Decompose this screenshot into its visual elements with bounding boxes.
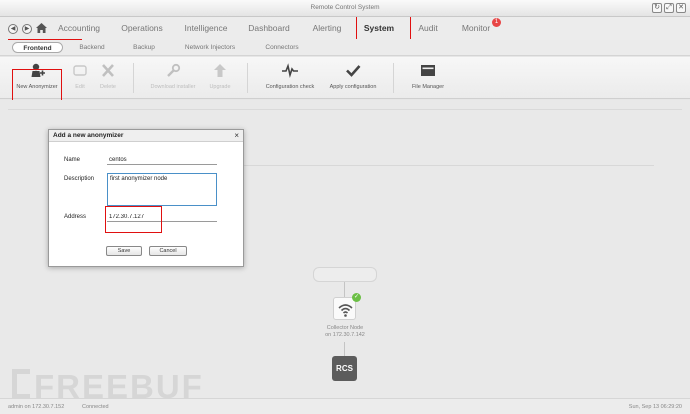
highlight-box: [12, 69, 62, 102]
watermark-logo: [12, 369, 30, 399]
tab-accounting[interactable]: Accounting: [54, 17, 104, 40]
wrench-icon: [165, 63, 181, 78]
title-bar: Remote Control System ↻ ⤢ ✕: [0, 0, 690, 17]
connection-line: [344, 282, 345, 297]
upgrade-button[interactable]: Upgrade: [206, 63, 234, 90]
anonymizer-drop-slot[interactable]: [313, 267, 377, 282]
toolbar-separator: [393, 63, 394, 93]
folder-icon: [420, 63, 436, 78]
highlight-line: [356, 17, 357, 39]
connection-line: [344, 342, 345, 356]
status-user: admin on 172.30.7.152: [8, 404, 65, 410]
toolbar-separator: [247, 63, 248, 93]
tab-monitor[interactable]: Monitor: [456, 17, 496, 40]
collector-node-address: on 172.30.7.142: [325, 332, 365, 338]
delete-button[interactable]: Delete: [96, 63, 120, 90]
highlight-line: [8, 39, 82, 40]
apply-configuration-button[interactable]: Apply configuration: [326, 63, 380, 90]
edit-label: Edit: [75, 84, 85, 90]
tab-intelligence[interactable]: Intelligence: [181, 17, 231, 40]
sub-nav: Frontend Backend Backup Network Injector…: [0, 40, 690, 56]
monitor-alert-badge: 1: [492, 18, 501, 27]
main-nav: ◀ ▶ Accounting Operations Intelligence D…: [0, 17, 690, 40]
tab-system[interactable]: System: [359, 17, 399, 40]
window-controls: ↻ ⤢ ✕: [652, 3, 686, 13]
subtab-frontend[interactable]: Frontend: [12, 42, 63, 53]
file-manager-label: File Manager: [411, 84, 445, 90]
toolbar: New Anonymizer Edit Delete Download inst…: [0, 57, 690, 99]
fullscreen-icon[interactable]: ⤢: [664, 3, 674, 13]
configuration-check-button[interactable]: Configuration check: [262, 63, 318, 90]
subtab-network-injectors[interactable]: Network Injectors: [178, 42, 242, 53]
subtab-backup[interactable]: Backup: [125, 42, 163, 53]
refresh-icon[interactable]: ↻: [652, 3, 662, 13]
status-datetime: Sun, Sep 13 06:29:20: [628, 404, 682, 410]
tab-dashboard[interactable]: Dashboard: [245, 17, 293, 40]
collector-node-name: Collector Node: [326, 325, 364, 331]
download-installer-label: Download installer: [150, 84, 196, 90]
status-connection: Connected: [82, 404, 109, 410]
add-anonymizer-dialog: Add a new anonymizer × Name Description …: [48, 129, 244, 267]
delete-icon: [100, 63, 116, 78]
divider: [8, 109, 682, 110]
divider: [236, 165, 654, 166]
pulse-icon: [282, 63, 298, 78]
tab-operations[interactable]: Operations: [116, 17, 168, 40]
configuration-check-label: Configuration check: [265, 84, 315, 90]
save-button[interactable]: Save: [106, 246, 142, 256]
delete-label: Delete: [100, 84, 116, 90]
tab-alerting[interactable]: Alerting: [307, 17, 347, 40]
back-arrow-icon[interactable]: ◀: [8, 24, 18, 34]
checkmark-icon: [345, 63, 361, 78]
download-installer-button[interactable]: Download installer: [147, 63, 199, 90]
collector-node-label: Collector Node on 172.30.7.142: [305, 325, 385, 339]
subtab-backend[interactable]: Backend: [72, 42, 112, 53]
dialog-title: Add a new anonymizer: [49, 130, 243, 142]
window-title: Remote Control System: [310, 4, 380, 11]
edit-icon: [72, 63, 88, 78]
upgrade-arrow-icon: [212, 63, 228, 78]
description-label: Description: [64, 176, 95, 182]
status-bar: admin on 172.30.7.152 Connected Sun, Sep…: [0, 398, 690, 414]
cancel-button[interactable]: Cancel: [149, 246, 187, 256]
toolbar-separator: [133, 63, 134, 93]
forward-arrow-icon[interactable]: ▶: [22, 24, 32, 34]
rcs-server-node[interactable]: RCS: [332, 356, 357, 381]
highlight-line: [410, 17, 411, 39]
name-field[interactable]: [107, 155, 217, 165]
address-label: Address: [64, 214, 87, 220]
tab-audit[interactable]: Audit: [413, 17, 443, 40]
name-label: Name: [64, 157, 81, 163]
close-window-icon[interactable]: ✕: [676, 3, 686, 13]
description-field[interactable]: first anonymizer node: [107, 173, 217, 206]
apply-configuration-label: Apply configuration: [329, 84, 377, 90]
edit-button[interactable]: Edit: [70, 63, 90, 90]
highlight-box: [105, 206, 162, 233]
file-manager-button[interactable]: File Manager: [408, 63, 448, 90]
subtab-connectors[interactable]: Connectors: [257, 42, 307, 53]
upgrade-label: Upgrade: [209, 84, 231, 90]
close-icon[interactable]: ×: [234, 130, 239, 142]
home-icon[interactable]: [36, 23, 47, 33]
status-ok-icon: ✓: [352, 293, 361, 302]
